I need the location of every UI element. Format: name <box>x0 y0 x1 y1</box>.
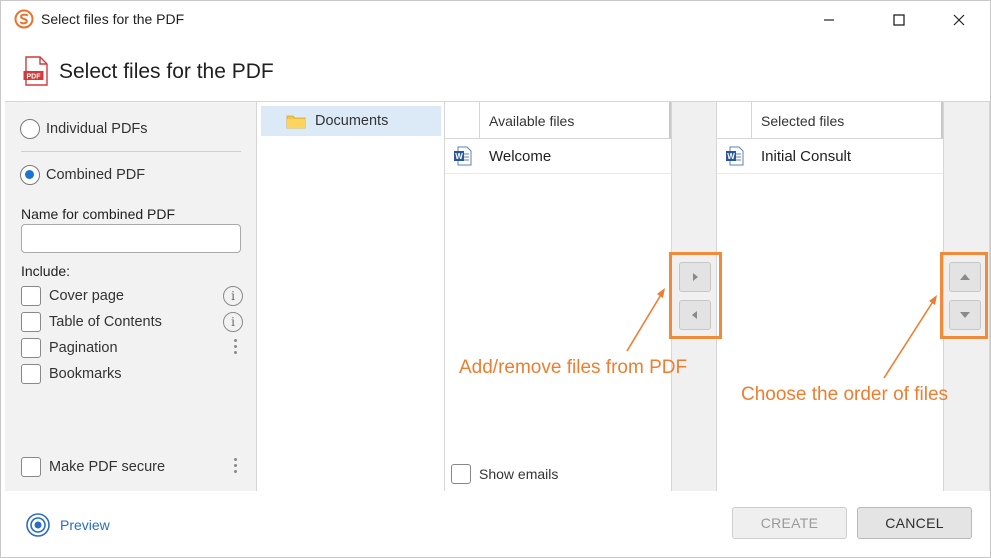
preview-label: Preview <box>60 517 110 533</box>
minimize-button[interactable] <box>806 1 852 39</box>
window-title: Select files for the PDF <box>41 11 185 27</box>
include-label: Include: <box>21 263 71 279</box>
bookmarks-label: Bookmarks <box>49 366 122 382</box>
combined-pdf-radio[interactable] <box>20 165 40 185</box>
preview-icon <box>26 513 50 537</box>
options-panel: Individual PDFs Combined PDF Name for co… <box>5 102 257 491</box>
include-pagination[interactable]: Pagination <box>21 337 243 359</box>
available-files-header: Available files <box>445 102 671 139</box>
order-annotation: Choose the order of files <box>741 384 949 405</box>
header-icon-column <box>717 102 752 139</box>
cover-page-info-icon[interactable]: i <box>223 286 243 306</box>
show-emails-checkbox[interactable] <box>451 464 471 484</box>
selected-files-list: Selected files W Initial Consult <box>717 102 943 491</box>
available-files-title: Available files <box>489 113 575 129</box>
file-row-welcome[interactable]: W Welcome <box>445 139 671 174</box>
file-row-initial-consult[interactable]: W Initial Consult <box>717 139 943 174</box>
table-of-contents-label: Table of Contents <box>49 314 162 330</box>
combined-name-label: Name for combined PDF <box>21 206 176 222</box>
cover-page-checkbox[interactable] <box>21 286 41 306</box>
reorder-highlight <box>940 252 988 339</box>
show-emails-option[interactable]: Show emails <box>451 464 558 484</box>
close-button[interactable] <box>936 1 982 39</box>
folder-label: Documents <box>315 113 389 129</box>
secure-menu-icon[interactable] <box>232 458 238 476</box>
svg-text:W: W <box>727 152 735 161</box>
available-files-list: Available files W Welcome Show emails <box>445 102 671 491</box>
combined-name-input[interactable] <box>21 224 241 253</box>
individual-pdfs-radio[interactable] <box>20 119 40 139</box>
individual-pdfs-label: Individual PDFs <box>46 121 148 137</box>
create-button[interactable]: CREATE <box>732 507 847 539</box>
maximize-button[interactable] <box>876 1 922 39</box>
selected-files-title: Selected files <box>761 113 845 129</box>
make-pdf-secure[interactable]: Make PDF secure <box>21 456 243 478</box>
pagination-label: Pagination <box>49 340 118 356</box>
word-doc-icon: W <box>726 146 744 166</box>
folder-item-documents[interactable]: Documents <box>261 106 441 136</box>
make-pdf-secure-checkbox[interactable] <box>21 457 41 477</box>
cancel-button[interactable]: CANCEL <box>857 507 972 539</box>
show-emails-label: Show emails <box>479 466 559 482</box>
word-doc-icon: W <box>454 146 472 166</box>
pagination-menu-icon[interactable] <box>232 339 238 357</box>
folder-icon <box>286 115 306 129</box>
dialog-header: PDF Select files for the PDF <box>1 45 990 101</box>
selected-files-header: Selected files <box>717 102 943 139</box>
title-bar: Select files for the PDF <box>1 1 990 39</box>
options-divider <box>21 151 241 152</box>
maximize-icon <box>893 14 905 26</box>
preview-link[interactable]: Preview <box>25 512 110 538</box>
minimize-icon <box>824 19 834 21</box>
svg-text:W: W <box>455 152 463 161</box>
folders-panel: Documents <box>257 102 445 491</box>
include-cover-page[interactable]: Cover page i <box>21 285 243 307</box>
make-pdf-secure-label: Make PDF secure <box>49 459 166 475</box>
main-content: Individual PDFs Combined PDF Name for co… <box>5 101 990 491</box>
dialog-footer: Preview CREATE CANCEL <box>1 492 990 557</box>
pdf-file-icon: PDF <box>23 56 48 86</box>
cover-page-label: Cover page <box>49 288 124 304</box>
pagination-checkbox[interactable] <box>21 338 41 358</box>
add-remove-annotation: Add/remove files from PDF <box>459 357 688 378</box>
svg-text:PDF: PDF <box>27 73 42 80</box>
file-name: Initial Consult <box>761 147 852 165</box>
app-logo-icon <box>14 9 34 29</box>
header-icon-column <box>445 102 480 139</box>
table-of-contents-info-icon[interactable]: i <box>223 312 243 332</box>
dialog-window: Select files for the PDF PDF Select file… <box>0 0 991 558</box>
combined-pdf-option[interactable]: Combined PDF <box>20 165 145 185</box>
individual-pdfs-option[interactable]: Individual PDFs <box>20 119 148 139</box>
file-name: Welcome <box>489 147 552 165</box>
close-icon <box>953 14 965 26</box>
page-title: Select files for the PDF <box>59 60 274 83</box>
add-remove-highlight <box>669 252 722 339</box>
include-bookmarks[interactable]: Bookmarks <box>21 363 243 385</box>
combined-pdf-label: Combined PDF <box>46 167 146 183</box>
include-table-of-contents[interactable]: Table of Contents i <box>21 311 243 333</box>
bookmarks-checkbox[interactable] <box>21 364 41 384</box>
table-of-contents-checkbox[interactable] <box>21 312 41 332</box>
